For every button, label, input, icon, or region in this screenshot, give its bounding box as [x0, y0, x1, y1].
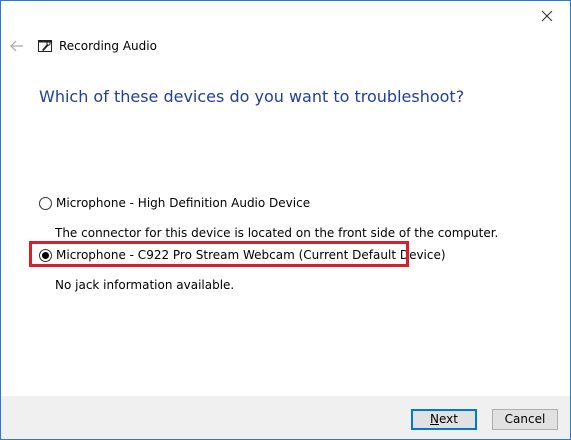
device-option-label: Microphone - High Definition Audio Devic… [56, 196, 311, 210]
troubleshooter-icon [38, 40, 52, 52]
close-button[interactable] [524, 1, 570, 31]
radio-button-unchecked[interactable] [39, 196, 52, 210]
cancel-button[interactable]: Cancel [492, 409, 558, 430]
title-bar: Recording Audio [1, 1, 570, 66]
next-label: ext [439, 412, 458, 426]
device-option-label: Microphone - C922 Pro Stream Webcam (Cur… [56, 248, 446, 262]
radio-button-checked[interactable] [39, 248, 52, 262]
device-option-c922-webcam[interactable]: Microphone - C922 Pro Stream Webcam (Cur… [39, 246, 446, 264]
window-title: Recording Audio [59, 39, 157, 53]
device-description: No jack information available. [55, 278, 235, 292]
device-option-hd-audio[interactable]: Microphone - High Definition Audio Devic… [39, 194, 310, 212]
close-icon [541, 10, 553, 22]
device-description: The connector for this device is located… [55, 226, 499, 240]
button-bar: Next Cancel [1, 396, 570, 439]
back-arrow-icon [10, 40, 23, 52]
troubleshooter-window: Recording Audio Which of these devices d… [0, 0, 571, 440]
back-button[interactable] [7, 37, 27, 55]
page-heading: Which of these devices do you want to tr… [39, 87, 465, 106]
content-area: Which of these devices do you want to tr… [1, 66, 570, 396]
next-accelerator: N [430, 412, 439, 426]
next-button[interactable]: Next [411, 409, 477, 430]
